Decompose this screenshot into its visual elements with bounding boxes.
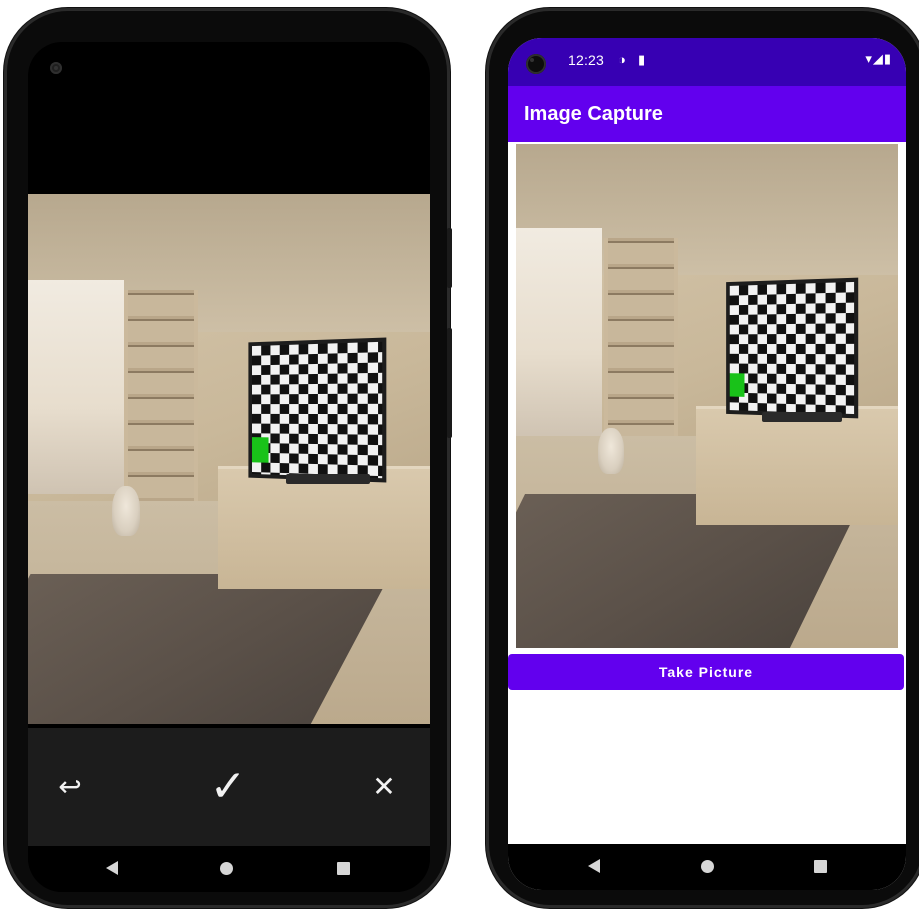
camera-review-screen: ↩ ✓ ✕ [28,42,430,892]
system-navigation-bar [28,846,430,892]
back-icon[interactable] [106,861,118,875]
volume-button [447,228,452,288]
front-camera-icon [526,54,546,74]
signal-battery-icons: ▾◢▮ [865,51,892,66]
captured-photo [516,144,898,648]
back-icon[interactable] [588,859,600,873]
captured-image-view [516,144,898,648]
accept-icon[interactable]: ✓ [198,756,258,816]
right-phone: 12:23 ◑ ▮ ▾◢▮ Image Capture Take Picture [486,8,919,908]
captured-photo-preview [28,194,430,724]
front-camera-icon [50,62,62,74]
recent-apps-icon[interactable] [337,862,350,875]
status-bar: 12:23 ◑ ▮ ▾◢▮ [508,38,906,86]
app-title: Image Capture [524,103,663,125]
take-picture-button[interactable]: Take Picture [508,654,904,690]
left-phone: ↩ ✓ ✕ [4,8,452,908]
system-navigation-bar [508,844,906,890]
image-capture-app-screen: 12:23 ◑ ▮ ▾◢▮ Image Capture Take Picture [508,38,906,890]
sim-card-icon: ▮ [638,52,646,67]
recent-apps-icon[interactable] [814,860,827,873]
cancel-icon[interactable]: ✕ [364,766,404,806]
app-bar: Image Capture [508,86,906,142]
power-button [447,328,452,438]
notification-icon: ◑ [618,52,626,67]
status-time: 12:23 [568,52,605,68]
review-toolbar: ↩ ✓ ✕ [28,728,430,850]
home-icon[interactable] [701,860,714,873]
retry-icon[interactable]: ↩ [50,766,90,806]
home-icon[interactable] [220,862,233,875]
